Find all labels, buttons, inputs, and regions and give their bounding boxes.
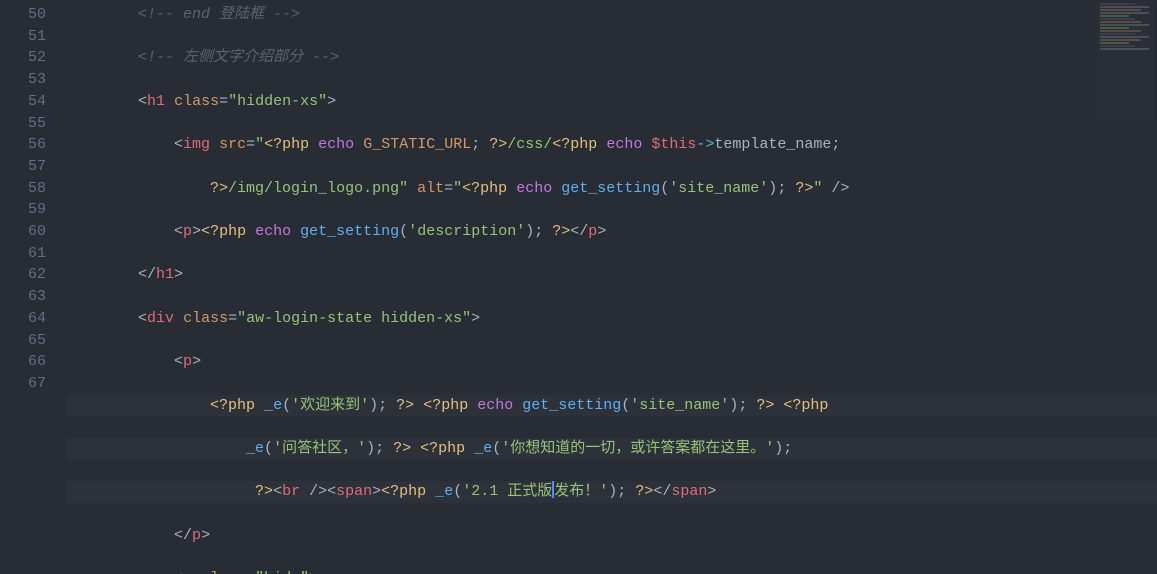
- minimap[interactable]: [1097, 2, 1155, 122]
- code-line[interactable]: <div class="aw-login-state hidden-xs">: [66, 308, 1157, 330]
- code-line-active[interactable]: _e('问答社区，'); ?> <?php _e('你想知道的一切，或许答案都在…: [66, 438, 1157, 460]
- code-line[interactable]: <!-- 左侧文字介绍部分 -->: [66, 47, 1157, 69]
- line-number: 66: [0, 351, 46, 373]
- code-line[interactable]: <p>: [66, 351, 1157, 373]
- line-number: 57: [0, 156, 46, 178]
- line-number: 67: [0, 373, 46, 395]
- code-editor: 50 51 52 53 54 55 56 57 58 59 60 61 62 6…: [0, 0, 1157, 574]
- code-area[interactable]: <!-- end 登陆框 --> <!-- 左侧文字介绍部分 --> <h1 c…: [60, 0, 1157, 574]
- code-line[interactable]: <p class="hide">: [66, 568, 1157, 574]
- line-number: 60: [0, 221, 46, 243]
- code-line[interactable]: </p>: [66, 525, 1157, 547]
- line-number: 59: [0, 199, 46, 221]
- code-line[interactable]: <p><?php echo get_setting('description')…: [66, 221, 1157, 243]
- line-number: 55: [0, 113, 46, 135]
- line-number: 62: [0, 264, 46, 286]
- line-number: 58: [0, 178, 46, 200]
- code-line[interactable]: <!-- end 登陆框 -->: [66, 4, 1157, 26]
- code-line[interactable]: ?>/img/login_logo.png" alt="<?php echo g…: [66, 178, 1157, 200]
- line-number: 63: [0, 286, 46, 308]
- code-line[interactable]: <h1 class="hidden-xs">: [66, 91, 1157, 113]
- line-number: 56: [0, 134, 46, 156]
- code-content[interactable]: <!-- end 登陆框 --> <!-- 左侧文字介绍部分 --> <h1 c…: [66, 4, 1157, 574]
- line-number: 54: [0, 91, 46, 113]
- line-number: 52: [0, 47, 46, 69]
- line-number: 51: [0, 26, 46, 48]
- code-line[interactable]: </h1>: [66, 264, 1157, 286]
- line-number-gutter: 50 51 52 53 54 55 56 57 58 59 60 61 62 6…: [0, 0, 60, 574]
- code-line[interactable]: <img src="<?php echo G_STATIC_URL; ?>/cs…: [66, 134, 1157, 156]
- line-number: 65: [0, 330, 46, 352]
- code-line-active[interactable]: <?php _e('欢迎来到'); ?> <?php echo get_sett…: [66, 395, 1157, 417]
- code-line-active[interactable]: ?><br /><span><?php _e('2.1 正式版发布！'); ?>…: [66, 481, 1157, 503]
- line-number: 61: [0, 243, 46, 265]
- line-number: 64: [0, 308, 46, 330]
- line-number: 53: [0, 69, 46, 91]
- line-number: 50: [0, 4, 46, 26]
